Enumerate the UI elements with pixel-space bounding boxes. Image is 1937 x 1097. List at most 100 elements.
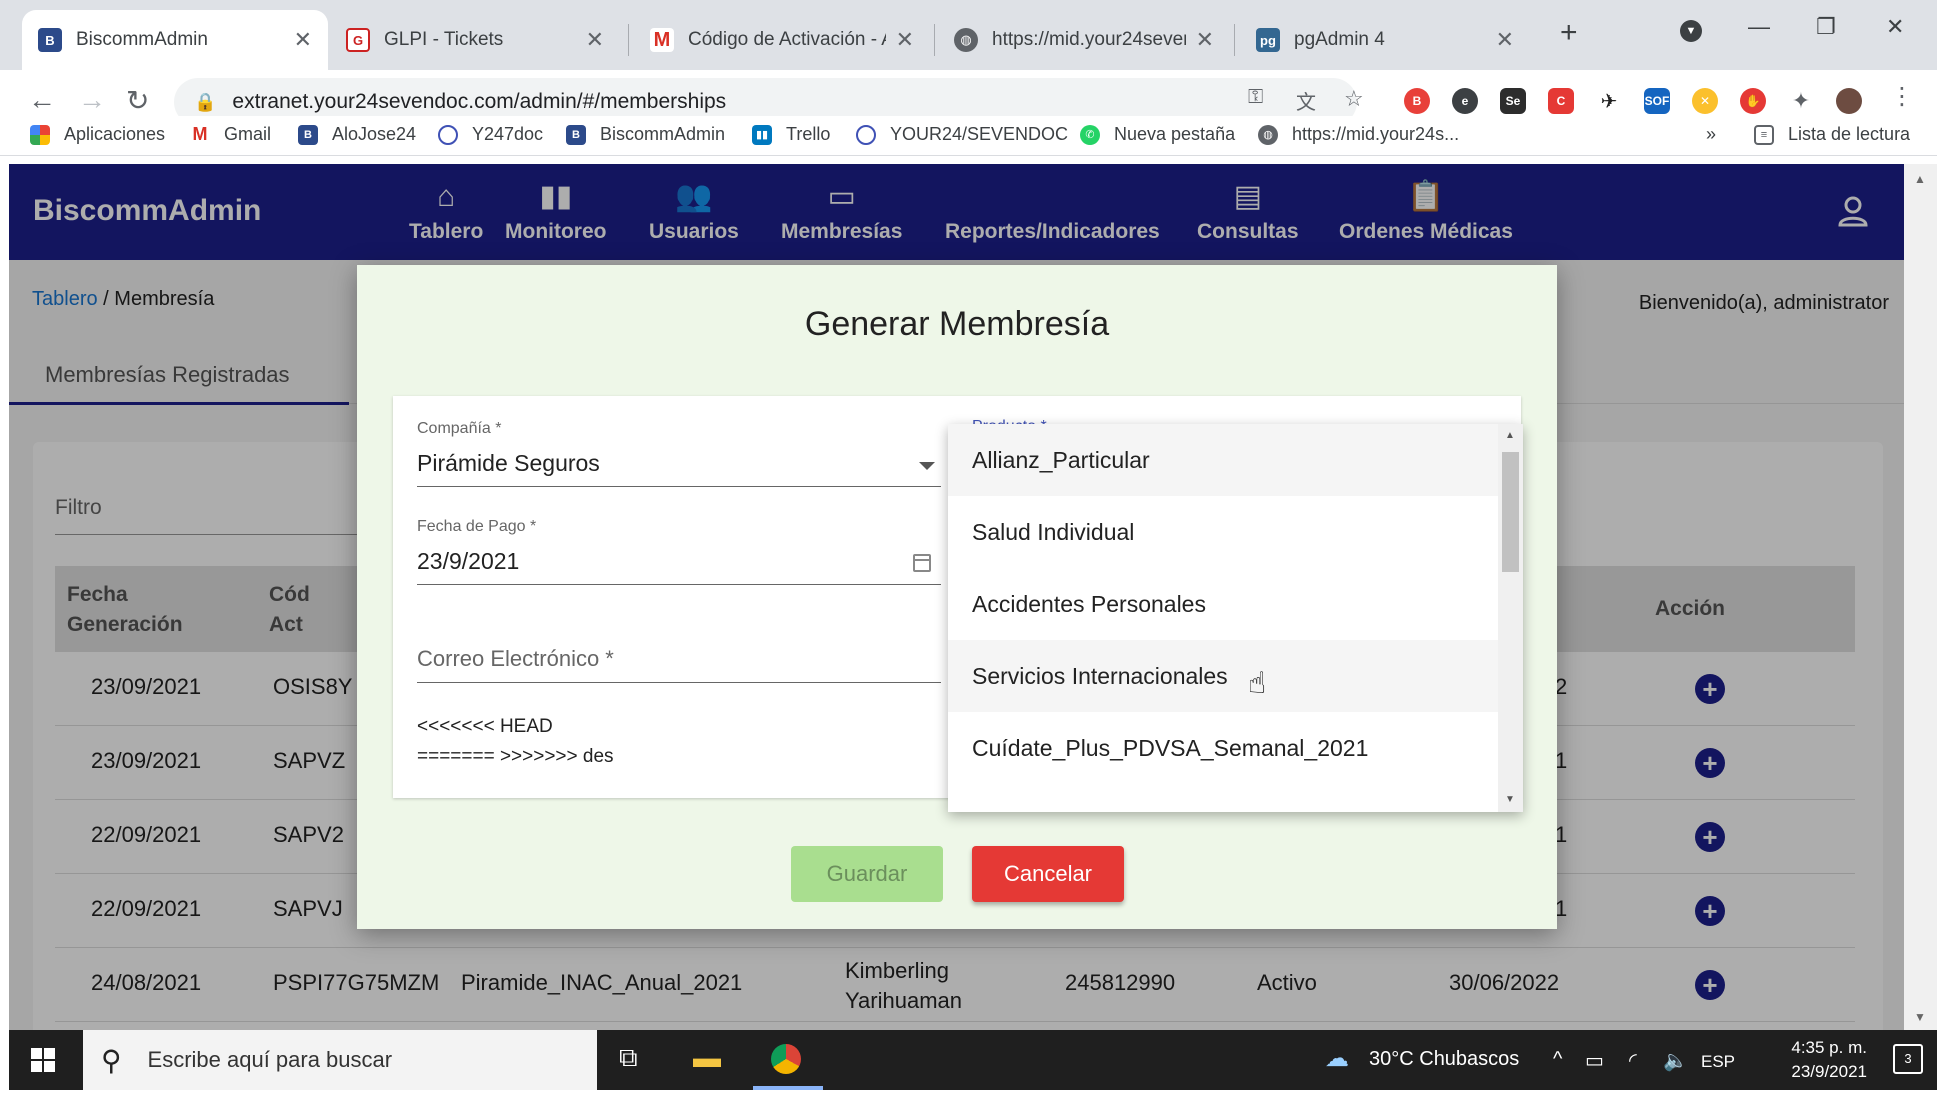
- taskbar-clock[interactable]: 4:35 p. m. 23/9/2021: [1791, 1036, 1867, 1084]
- adblock-extension-icon[interactable]: ✋: [1740, 88, 1766, 114]
- company-select[interactable]: Pirámide Seguros: [417, 450, 600, 477]
- scroll-up-arrow-icon[interactable]: ▲: [1505, 430, 1515, 441]
- bookmark-nueva-pestana[interactable]: ✆ Nueva pestaña: [1080, 124, 1235, 145]
- dropdown-option[interactable]: Servicios Internacionales: [948, 640, 1498, 712]
- close-window-icon[interactable]: ✕: [1886, 14, 1904, 40]
- bookmark-star-icon[interactable]: ☆: [1344, 86, 1364, 112]
- email-input[interactable]: Correo Electrónico *: [417, 646, 614, 672]
- payment-date-label: Fecha de Pago *: [417, 518, 537, 535]
- reading-list-button[interactable]: ≡ Lista de lectura: [1754, 124, 1910, 145]
- search-icon: ⚲: [101, 1044, 122, 1076]
- dropdown-option[interactable]: Cuídate_Plus_PDVSA_Semanal_2021: [948, 712, 1498, 784]
- wifi-icon[interactable]: ◜: [1629, 1048, 1637, 1073]
- windows-taskbar: ⚲ Escribe aquí para buscar ⧉ ▬ ☁ 30°C Ch…: [9, 1030, 1937, 1090]
- reading-list-icon: ≡: [1754, 124, 1774, 145]
- cancel-button[interactable]: Cancelar: [972, 846, 1124, 902]
- language-indicator[interactable]: ESP: [1701, 1052, 1735, 1072]
- y247-icon: [856, 124, 876, 145]
- restore-icon[interactable]: ❐: [1816, 14, 1836, 40]
- windows-start-icon[interactable]: [31, 1048, 55, 1072]
- bookmark-alojose24[interactable]: B AloJose24: [298, 124, 416, 145]
- gmail-icon: M: [190, 124, 210, 145]
- sof-extension-icon[interactable]: SOF: [1644, 88, 1670, 114]
- scroll-up-arrow-icon[interactable]: ▲: [1914, 172, 1926, 186]
- chrome-taskbar-icon[interactable]: [771, 1044, 801, 1074]
- tab-separator: [628, 24, 629, 56]
- page-scrollbar[interactable]: ▲ ▼: [1904, 164, 1937, 1030]
- biscomm-icon: B: [298, 124, 318, 145]
- taskbar-search[interactable]: ⚲ Escribe aquí para buscar: [83, 1030, 597, 1090]
- extensions-puzzle-icon[interactable]: ✦: [1788, 88, 1814, 114]
- close-tab-icon[interactable]: ✕: [896, 27, 914, 53]
- trello-icon: ▮▮: [752, 124, 772, 145]
- dropdown-option[interactable]: Salud Individual: [948, 496, 1498, 568]
- browser-tab-pgadmin[interactable]: pg pgAdmin 4 ✕: [1240, 10, 1530, 70]
- file-explorer-icon[interactable]: ▬: [693, 1042, 721, 1074]
- bookmarks-bar: Aplicaciones M Gmail B AloJose24 Y247doc…: [0, 116, 1937, 156]
- pgadmin-favicon-icon: pg: [1256, 28, 1280, 52]
- gmail-favicon-icon: M: [650, 28, 674, 52]
- close-tab-icon[interactable]: ✕: [586, 27, 604, 53]
- volume-icon[interactable]: 🔈: [1663, 1048, 1688, 1073]
- url-text: extranet.your24sevendoc.com/admin/#/memb…: [232, 90, 727, 113]
- hand-cursor-icon: ☝: [1248, 667, 1267, 700]
- calendar-icon[interactable]: [913, 554, 931, 572]
- bookmarks-overflow[interactable]: »: [1706, 124, 1716, 145]
- new-tab-plus-icon[interactable]: +: [1560, 16, 1578, 50]
- show-hidden-icons-icon[interactable]: ^: [1553, 1048, 1562, 1071]
- apps-grid-icon: [30, 124, 50, 145]
- active-app-indicator: [753, 1086, 823, 1090]
- dropdown-option[interactable]: Allianz_Particular: [948, 424, 1498, 496]
- reload-icon[interactable]: ↻: [126, 84, 149, 117]
- bookmark-aplicaciones[interactable]: Aplicaciones: [30, 124, 165, 145]
- bookmark-gmail[interactable]: M Gmail: [190, 124, 271, 145]
- globe-icon: ◍: [1258, 124, 1278, 145]
- selenium-extension-icon[interactable]: Se: [1500, 88, 1526, 114]
- tab-separator: [934, 24, 935, 56]
- browser-tab-biscommadmin[interactable]: B BiscommAdmin ✕: [22, 10, 328, 70]
- extension-2-icon[interactable]: e: [1452, 88, 1478, 114]
- extension-1-icon[interactable]: B: [1404, 88, 1430, 114]
- menu-kebab-icon[interactable]: ⋮: [1890, 82, 1914, 111]
- glpi-favicon-icon: G: [346, 28, 370, 52]
- notifications-icon[interactable]: 3: [1893, 1044, 1923, 1074]
- close-tab-icon[interactable]: ✕: [1496, 27, 1514, 53]
- back-arrow-icon[interactable]: ←: [28, 84, 56, 116]
- browser-tab-glpi[interactable]: G GLPI - Tickets ✕: [330, 10, 620, 70]
- extension-4-icon[interactable]: C: [1548, 88, 1574, 114]
- battery-icon[interactable]: ▭: [1585, 1048, 1604, 1073]
- bookmark-biscommadmin[interactable]: B BiscommAdmin: [566, 124, 725, 145]
- save-button[interactable]: Guardar: [791, 846, 943, 902]
- translate-icon[interactable]: 文: [1296, 86, 1316, 115]
- bookmark-y247doc[interactable]: Y247doc: [438, 124, 543, 145]
- scroll-down-arrow-icon[interactable]: ▼: [1505, 794, 1515, 805]
- biscomm-icon: B: [566, 124, 586, 145]
- extension-5-icon[interactable]: ✈: [1596, 88, 1622, 114]
- key-icon[interactable]: ⚿: [1248, 86, 1263, 109]
- weather-icon[interactable]: ☁: [1325, 1044, 1349, 1073]
- extension-7-icon[interactable]: ✕: [1692, 88, 1718, 114]
- scroll-down-arrow-icon[interactable]: ▼: [1914, 1010, 1926, 1024]
- merge-marker-head: <<<<<<< HEAD: [417, 716, 553, 737]
- tab-search-icon[interactable]: ▼: [1680, 20, 1702, 42]
- payment-date-input[interactable]: 23/9/2021: [417, 548, 519, 575]
- profile-avatar-icon[interactable]: [1836, 88, 1862, 114]
- bookmark-mid[interactable]: ◍ https://mid.your24s...: [1258, 124, 1459, 145]
- task-view-icon[interactable]: ⧉: [619, 1042, 638, 1074]
- y247-icon: [438, 124, 458, 145]
- company-underline: [417, 486, 941, 487]
- dropdown-scrollbar[interactable]: ▲ ▼: [1498, 424, 1523, 812]
- scrollbar-thumb[interactable]: [1502, 452, 1519, 572]
- bookmark-your24sevendoc[interactable]: YOUR24/SEVENDOC: [856, 124, 1068, 145]
- close-tab-icon[interactable]: ✕: [294, 27, 312, 53]
- whatsapp-icon: ✆: [1080, 124, 1100, 145]
- dropdown-option[interactable]: Accidentes Personales: [948, 568, 1498, 640]
- chevron-down-icon[interactable]: [919, 462, 935, 470]
- forward-arrow-icon[interactable]: →: [78, 84, 106, 116]
- browser-tab-gmail[interactable]: M Código de Activación - Al ✕: [634, 10, 930, 70]
- close-tab-icon[interactable]: ✕: [1196, 27, 1214, 53]
- minimize-icon[interactable]: —: [1748, 14, 1770, 40]
- weather-text[interactable]: 30°C Chubascos: [1369, 1048, 1519, 1071]
- bookmark-trello[interactable]: ▮▮ Trello: [752, 124, 830, 145]
- browser-tab-mid[interactable]: ◍ https://mid.your24sevend ✕: [938, 10, 1230, 70]
